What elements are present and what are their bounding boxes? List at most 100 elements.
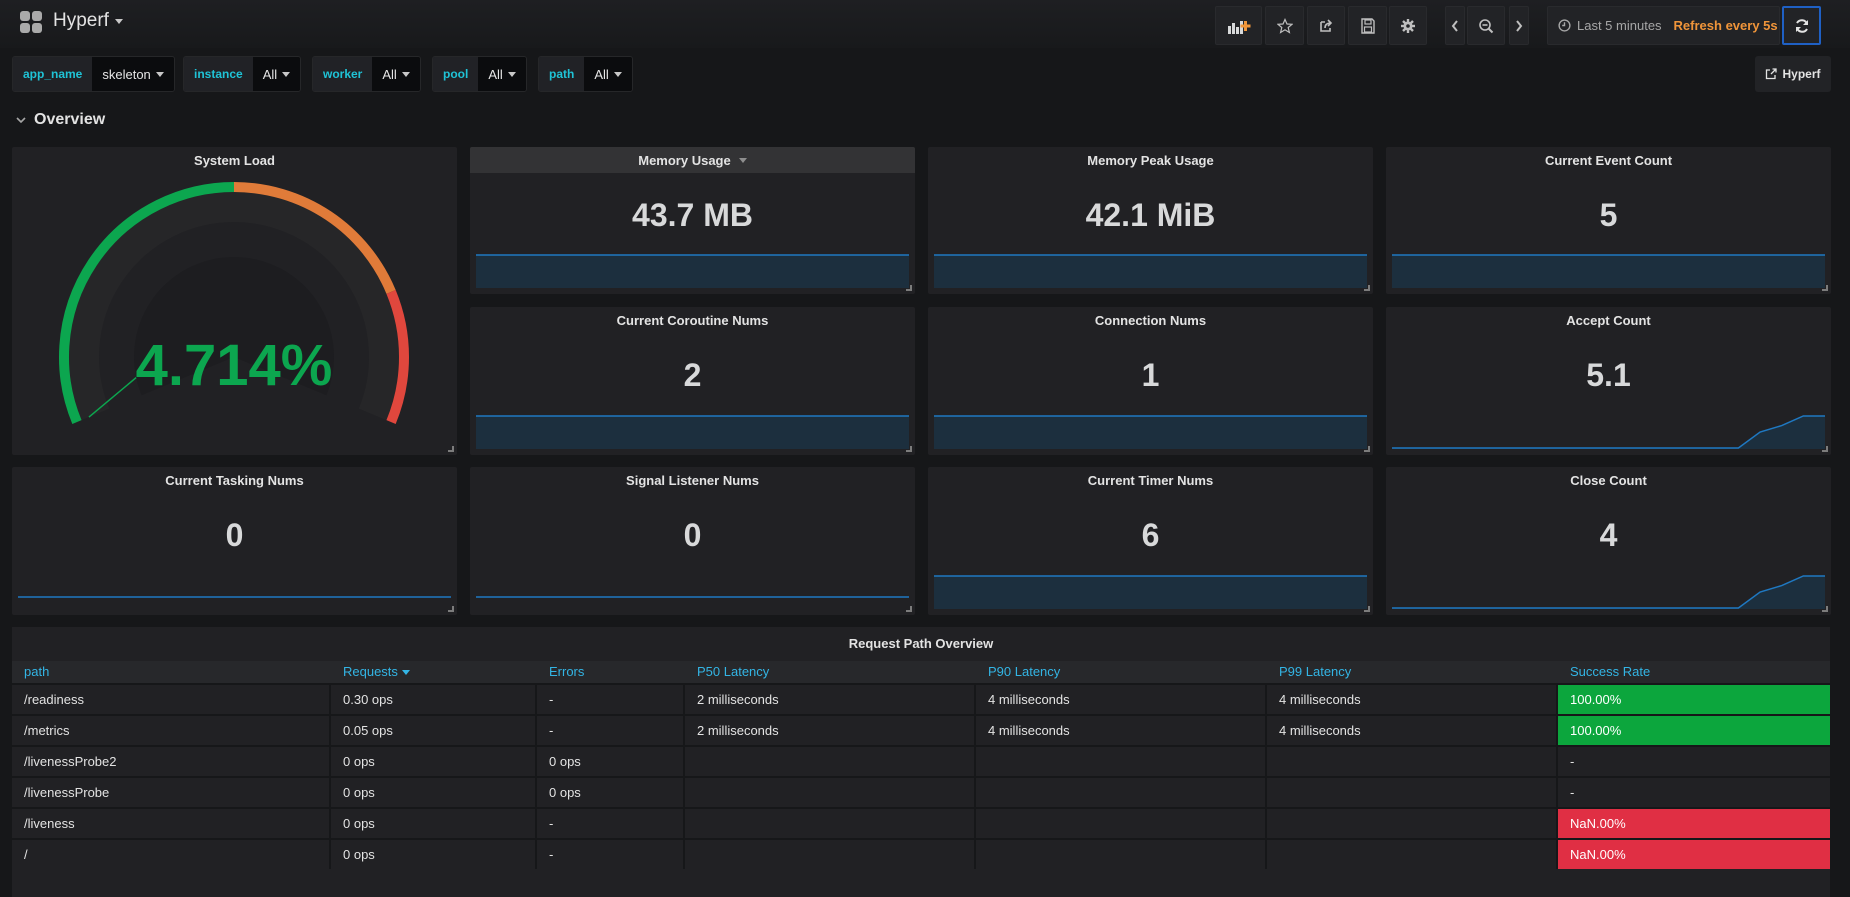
row-toggle-overview[interactable]: Overview xyxy=(16,111,105,129)
caret-down-icon xyxy=(507,71,516,77)
time-shift-back-button[interactable] xyxy=(1445,6,1465,45)
resize-handle[interactable] xyxy=(1364,285,1370,291)
dashboard-link-hyperf[interactable]: Hyperf xyxy=(1755,56,1831,92)
panel-title[interactable]: Accept Count xyxy=(1386,307,1831,333)
table-cell-errors: - xyxy=(537,840,685,869)
share-dashboard-button[interactable] xyxy=(1307,6,1345,45)
table-cell-p90 xyxy=(976,840,1267,869)
table-row[interactable]: /readiness 0.30 ops -2 milliseconds 4 milli… xyxy=(12,683,1830,714)
panel-title[interactable]: Current Coroutine Nums xyxy=(470,307,915,333)
save-dashboard-button[interactable] xyxy=(1348,6,1387,45)
resize-handle[interactable] xyxy=(448,606,454,612)
resize-handle[interactable] xyxy=(906,606,912,612)
panel-title[interactable]: Signal Listener Nums xyxy=(470,467,915,493)
column-header-p50[interactable]: P50 Latency xyxy=(697,661,769,683)
resize-handle[interactable] xyxy=(448,446,454,452)
sparkline-area xyxy=(934,576,1367,609)
table-cell-p99 xyxy=(1267,778,1558,807)
sparkline xyxy=(1392,575,1825,609)
variable-worker: worker All xyxy=(312,56,421,92)
refresh-interval-label: Refresh every 5s xyxy=(1673,18,1778,33)
resize-handle[interactable] xyxy=(1822,446,1828,452)
column-header-p90[interactable]: P90 Latency xyxy=(988,661,1060,683)
table-cell-p99: 4 milliseconds xyxy=(1267,716,1558,745)
panel-title[interactable]: Close Count xyxy=(1386,467,1831,493)
stat-value: 5 xyxy=(1599,197,1618,233)
panel-current-tasking-nums: Current Tasking Nums 0 xyxy=(12,467,457,615)
resize-handle[interactable] xyxy=(1822,606,1828,612)
table-cell-path: / xyxy=(12,840,331,869)
caret-down-icon xyxy=(282,71,291,77)
panel-title[interactable]: Current Tasking Nums xyxy=(12,467,457,493)
table-row[interactable]: /livenessProbe 0 ops 0 ops - xyxy=(12,776,1830,807)
sparkline xyxy=(934,415,1367,449)
column-header-success-rate[interactable]: Success Rate xyxy=(1570,661,1650,683)
sparkline-area xyxy=(934,416,1367,449)
resize-handle[interactable] xyxy=(1822,285,1828,291)
variable-dropdown-path[interactable]: All xyxy=(584,57,632,91)
panel-accept-count: Accept Count 5.1 xyxy=(1386,307,1831,455)
table-cell-path: /metrics xyxy=(12,716,331,745)
resize-handle[interactable] xyxy=(906,285,912,291)
column-header-label: Requests xyxy=(343,664,398,679)
panel-title-text: Signal Listener Nums xyxy=(626,472,759,488)
panel-title[interactable]: Request Path Overview xyxy=(12,627,1830,659)
table-row[interactable]: /0 ops - NaN.00% xyxy=(12,838,1830,869)
column-header-path[interactable]: path xyxy=(24,661,49,683)
time-range-label: Last 5 minutes xyxy=(1577,18,1662,33)
panel-title[interactable]: Current Timer Nums xyxy=(928,467,1373,493)
table-row[interactable]: /liveness 0 ops - NaN.00% xyxy=(12,807,1830,838)
column-header-errors[interactable]: Errors xyxy=(549,661,584,683)
table-cell-errors: - xyxy=(537,685,685,714)
settings-button[interactable] xyxy=(1389,6,1427,45)
table-cell-p90 xyxy=(976,809,1267,838)
time-range-picker[interactable]: Last 5 minutes Refresh every 5s xyxy=(1547,6,1780,45)
star-dashboard-button[interactable] xyxy=(1265,6,1304,45)
zoom-out-button[interactable] xyxy=(1467,6,1505,45)
refresh-button[interactable] xyxy=(1782,6,1821,45)
sparkline xyxy=(1392,254,1825,288)
table-cell-success: NaN.00% xyxy=(1558,840,1830,869)
table-cell-requests: 0 ops xyxy=(331,809,537,838)
panel-title-text: Memory Usage xyxy=(638,152,731,168)
panel-title-text: Request Path Overview xyxy=(848,635,994,651)
variable-dropdown-app-name[interactable]: skeleton xyxy=(92,57,174,91)
caret-down-icon xyxy=(155,71,164,77)
dashboard-link-label: Hyperf xyxy=(1782,67,1821,81)
variable-dropdown-pool[interactable]: All xyxy=(478,57,526,91)
dashboard-title-dropdown[interactable]: Hyperf xyxy=(53,10,123,32)
table-cell-success: - xyxy=(1570,754,1575,769)
table-row[interactable]: /livenessProbe2 0 ops 0 ops - xyxy=(12,745,1830,776)
caret-down-icon xyxy=(401,71,410,77)
add-panel-button[interactable] xyxy=(1215,6,1262,45)
resize-handle[interactable] xyxy=(1364,606,1370,612)
sparkline xyxy=(1392,415,1825,449)
panel-title[interactable]: Connection Nums xyxy=(928,307,1373,333)
panel-title-text: Accept Count xyxy=(1566,312,1651,328)
dashboards-grid-icon[interactable] xyxy=(20,11,42,33)
table-cell-p99 xyxy=(1267,809,1558,838)
sort-desc-icon xyxy=(401,669,410,675)
panel-title[interactable]: Memory Usage xyxy=(470,147,915,173)
variable-dropdown-worker[interactable]: All xyxy=(372,57,420,91)
table-cell-p50: 2 milliseconds xyxy=(685,716,976,745)
panel-title[interactable]: Current Event Count xyxy=(1386,147,1831,173)
resize-handle[interactable] xyxy=(1364,446,1370,452)
table-row[interactable]: /metrics 0.05 ops -2 milliseconds 4 millise… xyxy=(12,714,1830,745)
stat-value: 5.1 xyxy=(1586,357,1631,393)
variable-dropdown-instance[interactable]: All xyxy=(252,57,301,91)
resize-handle[interactable] xyxy=(906,446,912,452)
column-header-p99[interactable]: P99 Latency xyxy=(1279,661,1351,683)
panel-close-count: Close Count 4 xyxy=(1386,467,1831,615)
variable-value: All xyxy=(382,66,397,82)
panel-title[interactable]: Memory Peak Usage xyxy=(928,147,1373,173)
top-navbar: Hyperf Last 5 minutes Refresh every 5s xyxy=(0,0,1850,48)
table-cell-requests: 0 ops xyxy=(331,747,537,776)
table-cell-requests: 0.05 ops xyxy=(331,716,537,745)
panel-menu-caret-icon[interactable] xyxy=(738,157,747,163)
column-header-requests[interactable]: Requests xyxy=(343,661,410,683)
time-shift-forward-button[interactable] xyxy=(1509,6,1529,45)
chevron-left-icon xyxy=(1451,19,1458,32)
gauge-chart: 4.714% xyxy=(59,182,409,424)
sparkline xyxy=(934,254,1367,288)
